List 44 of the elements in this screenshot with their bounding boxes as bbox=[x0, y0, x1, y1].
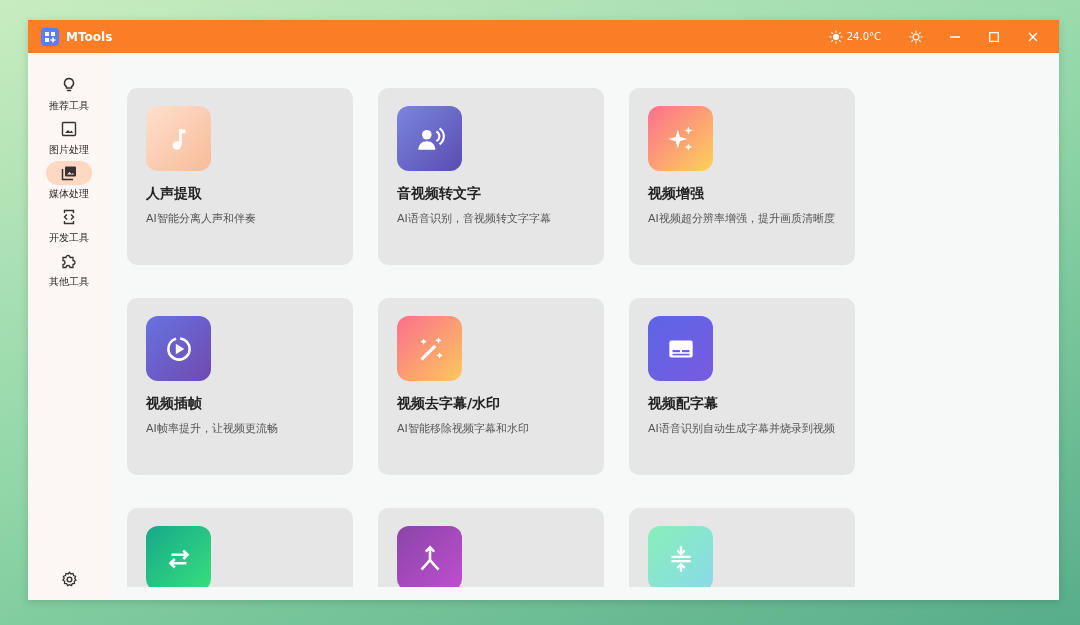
card-title: 视频配字幕 bbox=[648, 395, 719, 413]
tool-card[interactable]: 视频增强 AI视频超分辨率增强，提升画质清晰度 bbox=[629, 88, 855, 265]
card-description: AI帧率提升，让视频更流畅 bbox=[146, 421, 279, 437]
sidebar-item[interactable]: 图片处理 bbox=[46, 117, 92, 157]
card-description: AI智能移除视频字幕和水印 bbox=[397, 421, 530, 437]
sun-icon bbox=[828, 29, 843, 44]
sidebar-item[interactable]: 其他工具 bbox=[46, 249, 92, 289]
tool-card[interactable]: 视频配字幕 AI语音识别自动生成字幕并烧录到视频 bbox=[629, 298, 855, 475]
card-description: AI视频超分辨率增强，提升画质清晰度 bbox=[648, 211, 836, 227]
card-title: 人声提取 bbox=[146, 185, 203, 203]
compress-icon bbox=[648, 526, 713, 587]
card-description: AI语音识别，音视频转文字字幕 bbox=[397, 211, 552, 227]
code-device-icon bbox=[61, 209, 77, 225]
tool-card[interactable]: 视频插帧 AI帧率提升，让视频更流畅 bbox=[127, 298, 353, 475]
sidebar-item[interactable]: 推荐工具 bbox=[46, 73, 92, 113]
speaking-person-icon bbox=[397, 106, 462, 171]
puzzle-icon bbox=[61, 253, 77, 269]
sidebar-item[interactable]: 开发工具 bbox=[46, 205, 92, 245]
sun-outline-icon bbox=[909, 29, 923, 44]
window-title: MTools bbox=[66, 29, 113, 44]
tool-card[interactable]: 人声提取 AI智能分离人声和伴奏 bbox=[127, 88, 353, 265]
app-logo-icon bbox=[41, 27, 59, 46]
card-title: 音视频转文字 bbox=[397, 185, 482, 203]
image-icon bbox=[61, 121, 77, 137]
tool-card[interactable]: 音视频转文字 AI语音识别，音视频转文字字幕 bbox=[378, 88, 604, 265]
lightbulb-icon bbox=[61, 77, 77, 93]
minimize-icon bbox=[950, 35, 960, 38]
tool-card[interactable]: 视频去字幕/水印 AI智能移除视频字幕和水印 bbox=[378, 298, 604, 475]
sparkles-icon bbox=[648, 106, 713, 171]
card-title: 视频增强 bbox=[648, 185, 705, 203]
merge-arrows-icon bbox=[397, 526, 462, 587]
swap-arrows-icon bbox=[146, 526, 211, 587]
temperature: 24.0°C bbox=[846, 31, 881, 42]
card-title: 视频插帧 bbox=[146, 395, 203, 413]
settings-icon bbox=[60, 571, 78, 588]
card-description: AI语音识别自动生成字幕并烧录到视频 bbox=[648, 421, 836, 437]
music-note-icon bbox=[146, 106, 211, 171]
settings-button[interactable] bbox=[60, 571, 78, 588]
maximize-icon bbox=[987, 29, 1001, 44]
magic-wand-icon bbox=[397, 316, 462, 381]
card-title: 视频去字幕/水印 bbox=[397, 395, 502, 413]
card-description: AI智能分离人声和伴奏 bbox=[146, 211, 257, 227]
subtitle-icon bbox=[648, 316, 713, 381]
photo-album-icon bbox=[61, 165, 77, 181]
